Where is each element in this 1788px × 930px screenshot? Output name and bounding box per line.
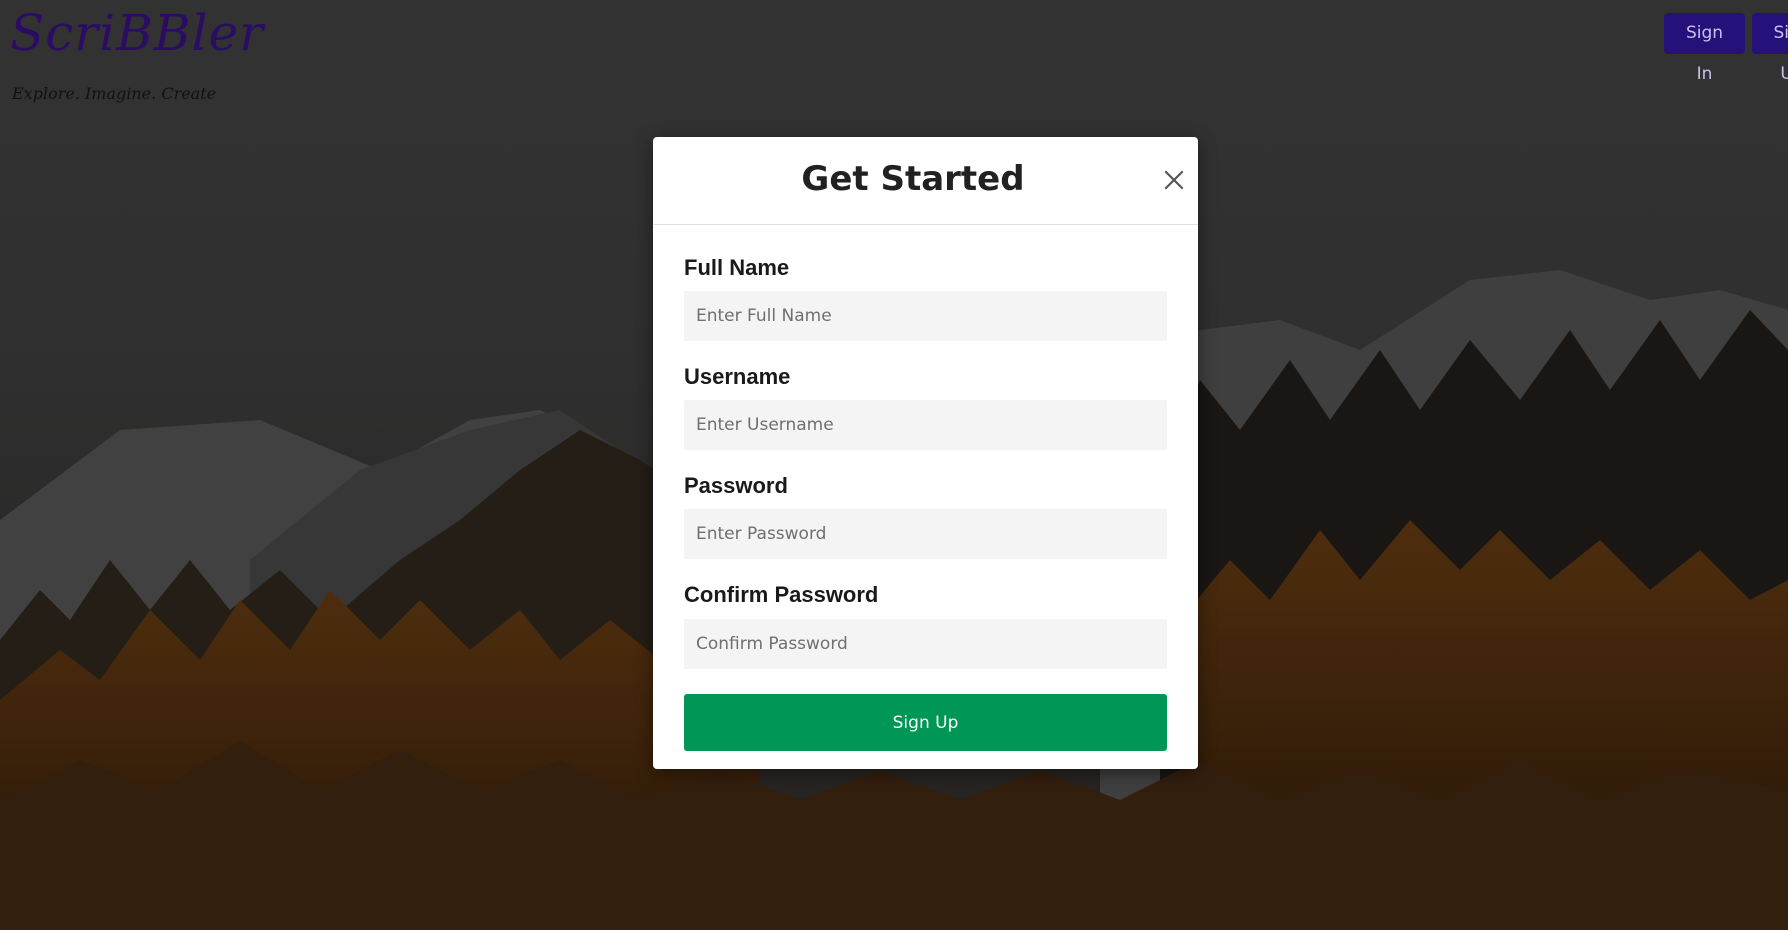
nav-signup-button[interactable]: Sign Up [1752, 13, 1788, 84]
full-name-input[interactable] [684, 291, 1167, 341]
nav-signin-button[interactable]: Sign In [1664, 13, 1745, 84]
username-label: Username [684, 364, 791, 389]
brand-logo[interactable]: ScriBBler [10, 8, 264, 58]
brand-tagline: Explore. Imagine. Create [12, 84, 217, 103]
page: ScriBBler Explore. Imagine. Create Sign … [0, 0, 1788, 930]
password-input[interactable] [684, 509, 1167, 559]
modal-header: Get Started [653, 137, 1198, 225]
username-input[interactable] [684, 400, 1167, 450]
password-label: Password [684, 473, 788, 498]
confirm-password-label: Confirm Password [684, 582, 879, 607]
modal-title: Get Started [801, 159, 1025, 199]
signup-modal: Get Started Full Name Username Password … [653, 137, 1198, 769]
close-icon [1164, 170, 1184, 190]
signup-submit-button[interactable]: Sign Up [684, 694, 1167, 751]
confirm-password-input[interactable] [684, 619, 1167, 669]
full-name-label: Full Name [684, 255, 790, 280]
close-button[interactable] [1157, 163, 1191, 197]
